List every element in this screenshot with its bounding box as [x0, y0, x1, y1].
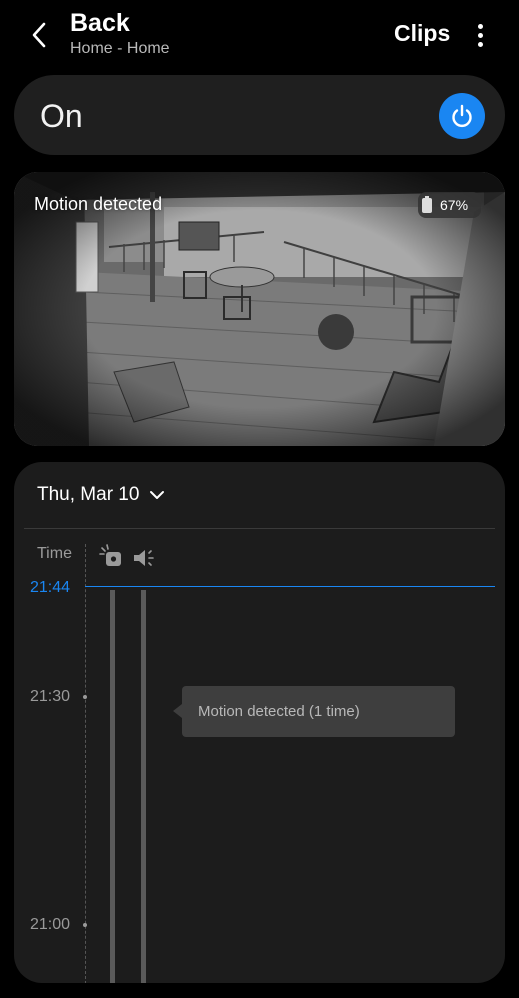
battery-percent: 67% [440, 197, 469, 213]
back-button[interactable] [22, 18, 56, 52]
power-state-label: On [40, 98, 83, 134]
clips-button[interactable]: Clips [394, 20, 450, 47]
chevron-down-icon [150, 491, 165, 499]
power-card: On [14, 75, 505, 155]
date-label: Thu, Mar 10 [37, 484, 140, 505]
timeline-tick-dot [83, 695, 87, 699]
current-time-line [85, 586, 495, 587]
chevron-left-icon [32, 22, 46, 48]
title-block: Back Home - Home [70, 8, 170, 60]
page-title[interactable]: Back [70, 8, 170, 38]
event-tooltip: Motion detected (1 time) [173, 686, 455, 737]
timeline-axis [85, 544, 86, 983]
more-vertical-icon [477, 23, 483, 29]
history-card: Thu, Mar 10 Time 21:44 21:30 21:00 Motio… [14, 462, 505, 983]
date-selector[interactable]: Thu, Mar 10 [37, 484, 165, 506]
timeline-tick-label: 21:00 [30, 916, 71, 933]
power-toggle-button[interactable] [439, 93, 485, 139]
more-options-button[interactable] [466, 20, 494, 50]
timeline-tick-label: 21:30 [30, 688, 71, 705]
current-time-label: 21:44 [30, 579, 71, 596]
divider [24, 528, 495, 529]
battery-badge: 67% [418, 192, 481, 218]
camera-feed[interactable]: Motion detected 67% [14, 172, 505, 446]
speaker-icon [134, 550, 154, 566]
sound-event-track[interactable] [141, 590, 146, 983]
motion-sensor-icon [99, 544, 121, 566]
power-icon [452, 104, 472, 128]
time-column-header: Time [37, 545, 72, 562]
battery-icon [422, 195, 432, 213]
motion-event-track[interactable] [110, 590, 115, 983]
page-subtitle: Home - Home [70, 40, 170, 57]
app-header: Back Home - Home Clips [0, 0, 519, 70]
motion-detected-label: Motion detected [34, 194, 163, 214]
timeline-tick-dot [83, 923, 87, 927]
event-tooltip-text: Motion detected (1 time) [198, 703, 360, 720]
